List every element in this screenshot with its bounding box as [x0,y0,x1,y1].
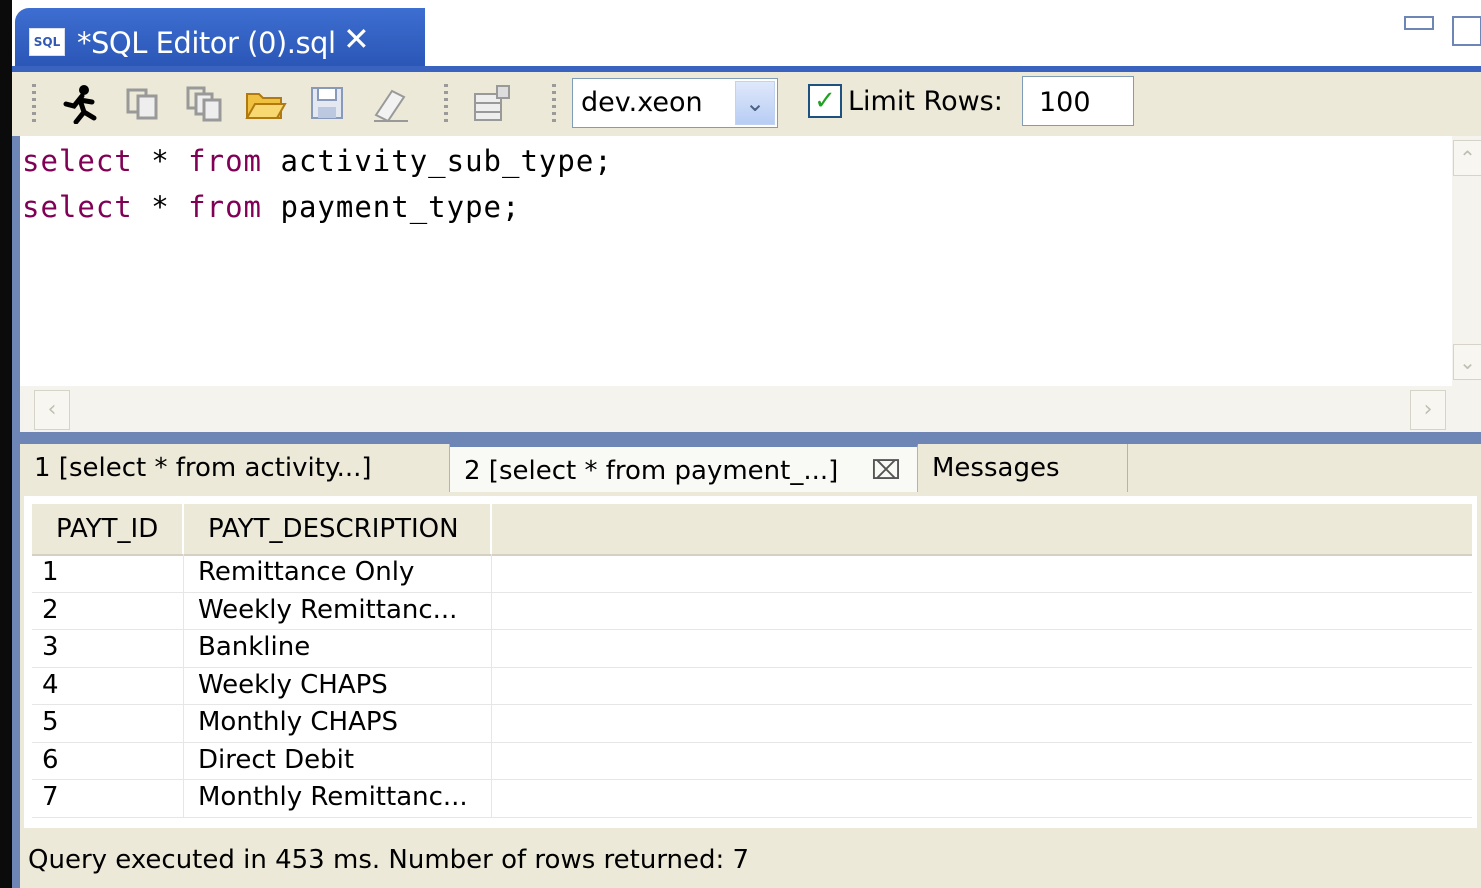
table-row[interactable]: 1 Remittance Only [32,554,1472,593]
table-row[interactable]: 7 Monthly Remittanc... [32,779,1472,818]
cell-payt-description[interactable]: Weekly Remittanc... [184,591,492,629]
table-row[interactable]: 3 Bankline [32,629,1472,668]
tab-label: 1 [select * from activity...] [34,453,372,483]
table-row[interactable]: 5 Monthly CHAPS [32,704,1472,743]
cell-payt-id[interactable]: 6 [32,741,184,779]
limit-rows-label: Limit Rows: [848,86,1003,117]
connection-value: dev.xeon [581,87,703,118]
cell-payt-id[interactable]: 2 [32,591,184,629]
maximize-icon[interactable] [1452,16,1481,46]
result-tabs: 1 [select * from activity...] 2 [select … [20,444,1481,492]
toolbar-grip[interactable] [552,84,556,124]
code-token: * [151,190,170,224]
sql-editor-window: SQL *SQL Editor (0).sql ✕ dev.xeon ⌄ ✓ L… [12,0,1481,888]
code-line[interactable]: select * from activity_sub_type; [22,144,613,178]
column-header[interactable]: PAYT_DESCRIPTION [184,504,492,554]
sql-file-icon: SQL [29,28,65,56]
run-icon[interactable] [58,82,102,126]
cell-payt-description[interactable]: Monthly Remittanc... [184,779,492,817]
editor-vertical-scrollbar[interactable]: ⌃ ⌄ [1452,136,1481,386]
close-icon[interactable]: ✕ [343,20,370,58]
scroll-right-icon[interactable]: › [1410,390,1446,430]
cell-payt-description[interactable]: Direct Debit [184,741,492,779]
cell-payt-description[interactable]: Weekly CHAPS [184,666,492,704]
tab-label: Messages [932,453,1060,483]
cell-payt-description[interactable]: Bankline [184,629,492,667]
editor-tab-title: *SQL Editor (0).sql [77,26,336,60]
minimize-icon[interactable] [1404,16,1434,30]
results-grid: PAYT_ID PAYT_DESCRIPTION 1 Remittance Onl… [20,492,1481,855]
toolbar-grip[interactable] [444,84,448,124]
cell-payt-id[interactable]: 4 [32,666,184,704]
toolbar: dev.xeon ⌄ ✓ Limit Rows: 100 [12,72,1481,136]
status-bar: Query executed in 453 ms. Number of rows… [20,832,1481,888]
sql-editor-area[interactable]: select * from activity_sub_type; select … [20,136,1452,386]
table-row[interactable]: 2 Weekly Remittanc... [32,591,1472,630]
table-row[interactable]: 4 Weekly CHAPS [32,666,1472,705]
code-keyword: from [188,190,263,224]
cell-payt-id[interactable]: 7 [32,779,184,817]
close-icon[interactable]: ⌧ [871,447,901,495]
code-keyword: from [188,144,263,178]
tab-result-2[interactable]: 2 [select * from payment_...] ⌧ [450,444,918,492]
eraser-icon[interactable] [368,82,412,126]
limit-rows-value: 100 [1039,87,1091,118]
code-token: payment_type; [280,190,521,224]
cell-payt-description[interactable]: Monthly CHAPS [184,704,492,742]
cell-payt-id[interactable]: 5 [32,704,184,742]
tab-result-1[interactable]: 1 [select * from activity...] [20,444,450,492]
column-header[interactable]: PAYT_ID [32,504,184,554]
code-keyword: select [22,190,133,224]
limit-rows-checkbox[interactable]: ✓ [808,84,842,118]
scroll-down-icon[interactable]: ⌄ [1453,344,1481,380]
scroll-left-icon[interactable]: ‹ [34,390,70,430]
table-row[interactable]: 6 Direct Debit [32,741,1472,780]
code-line[interactable]: select * from payment_type; [22,190,520,224]
toolbar-grip[interactable] [32,84,36,124]
copy-icon[interactable] [120,82,164,126]
editor-tab-strip: SQL *SQL Editor (0).sql ✕ [12,0,1481,72]
copy-all-icon[interactable] [182,82,226,126]
code-token: activity_sub_type; [280,144,613,178]
grid-header: PAYT_ID PAYT_DESCRIPTION [32,504,1472,556]
editor-horizontal-scrollbar[interactable]: ‹ › [20,386,1481,432]
limit-rows-input[interactable]: 100 [1022,76,1134,126]
scroll-up-icon[interactable]: ⌃ [1453,140,1481,176]
code-keyword: select [22,144,133,178]
save-icon[interactable] [306,82,350,126]
connection-select[interactable]: dev.xeon ⌄ [572,78,778,128]
open-folder-icon[interactable] [244,82,288,126]
editor-tab[interactable]: SQL *SQL Editor (0).sql ✕ [15,8,425,68]
code-token: * [151,144,170,178]
tab-label: 2 [select * from payment_...] [464,456,839,486]
cell-payt-id[interactable]: 3 [32,629,184,667]
tab-messages[interactable]: Messages [918,444,1128,492]
cell-payt-description[interactable]: Remittance Only [184,554,492,592]
cell-payt-id[interactable]: 1 [32,554,184,592]
grid-icon[interactable] [470,82,514,126]
chevron-down-icon[interactable]: ⌄ [735,81,775,125]
split-divider[interactable] [20,432,1481,444]
